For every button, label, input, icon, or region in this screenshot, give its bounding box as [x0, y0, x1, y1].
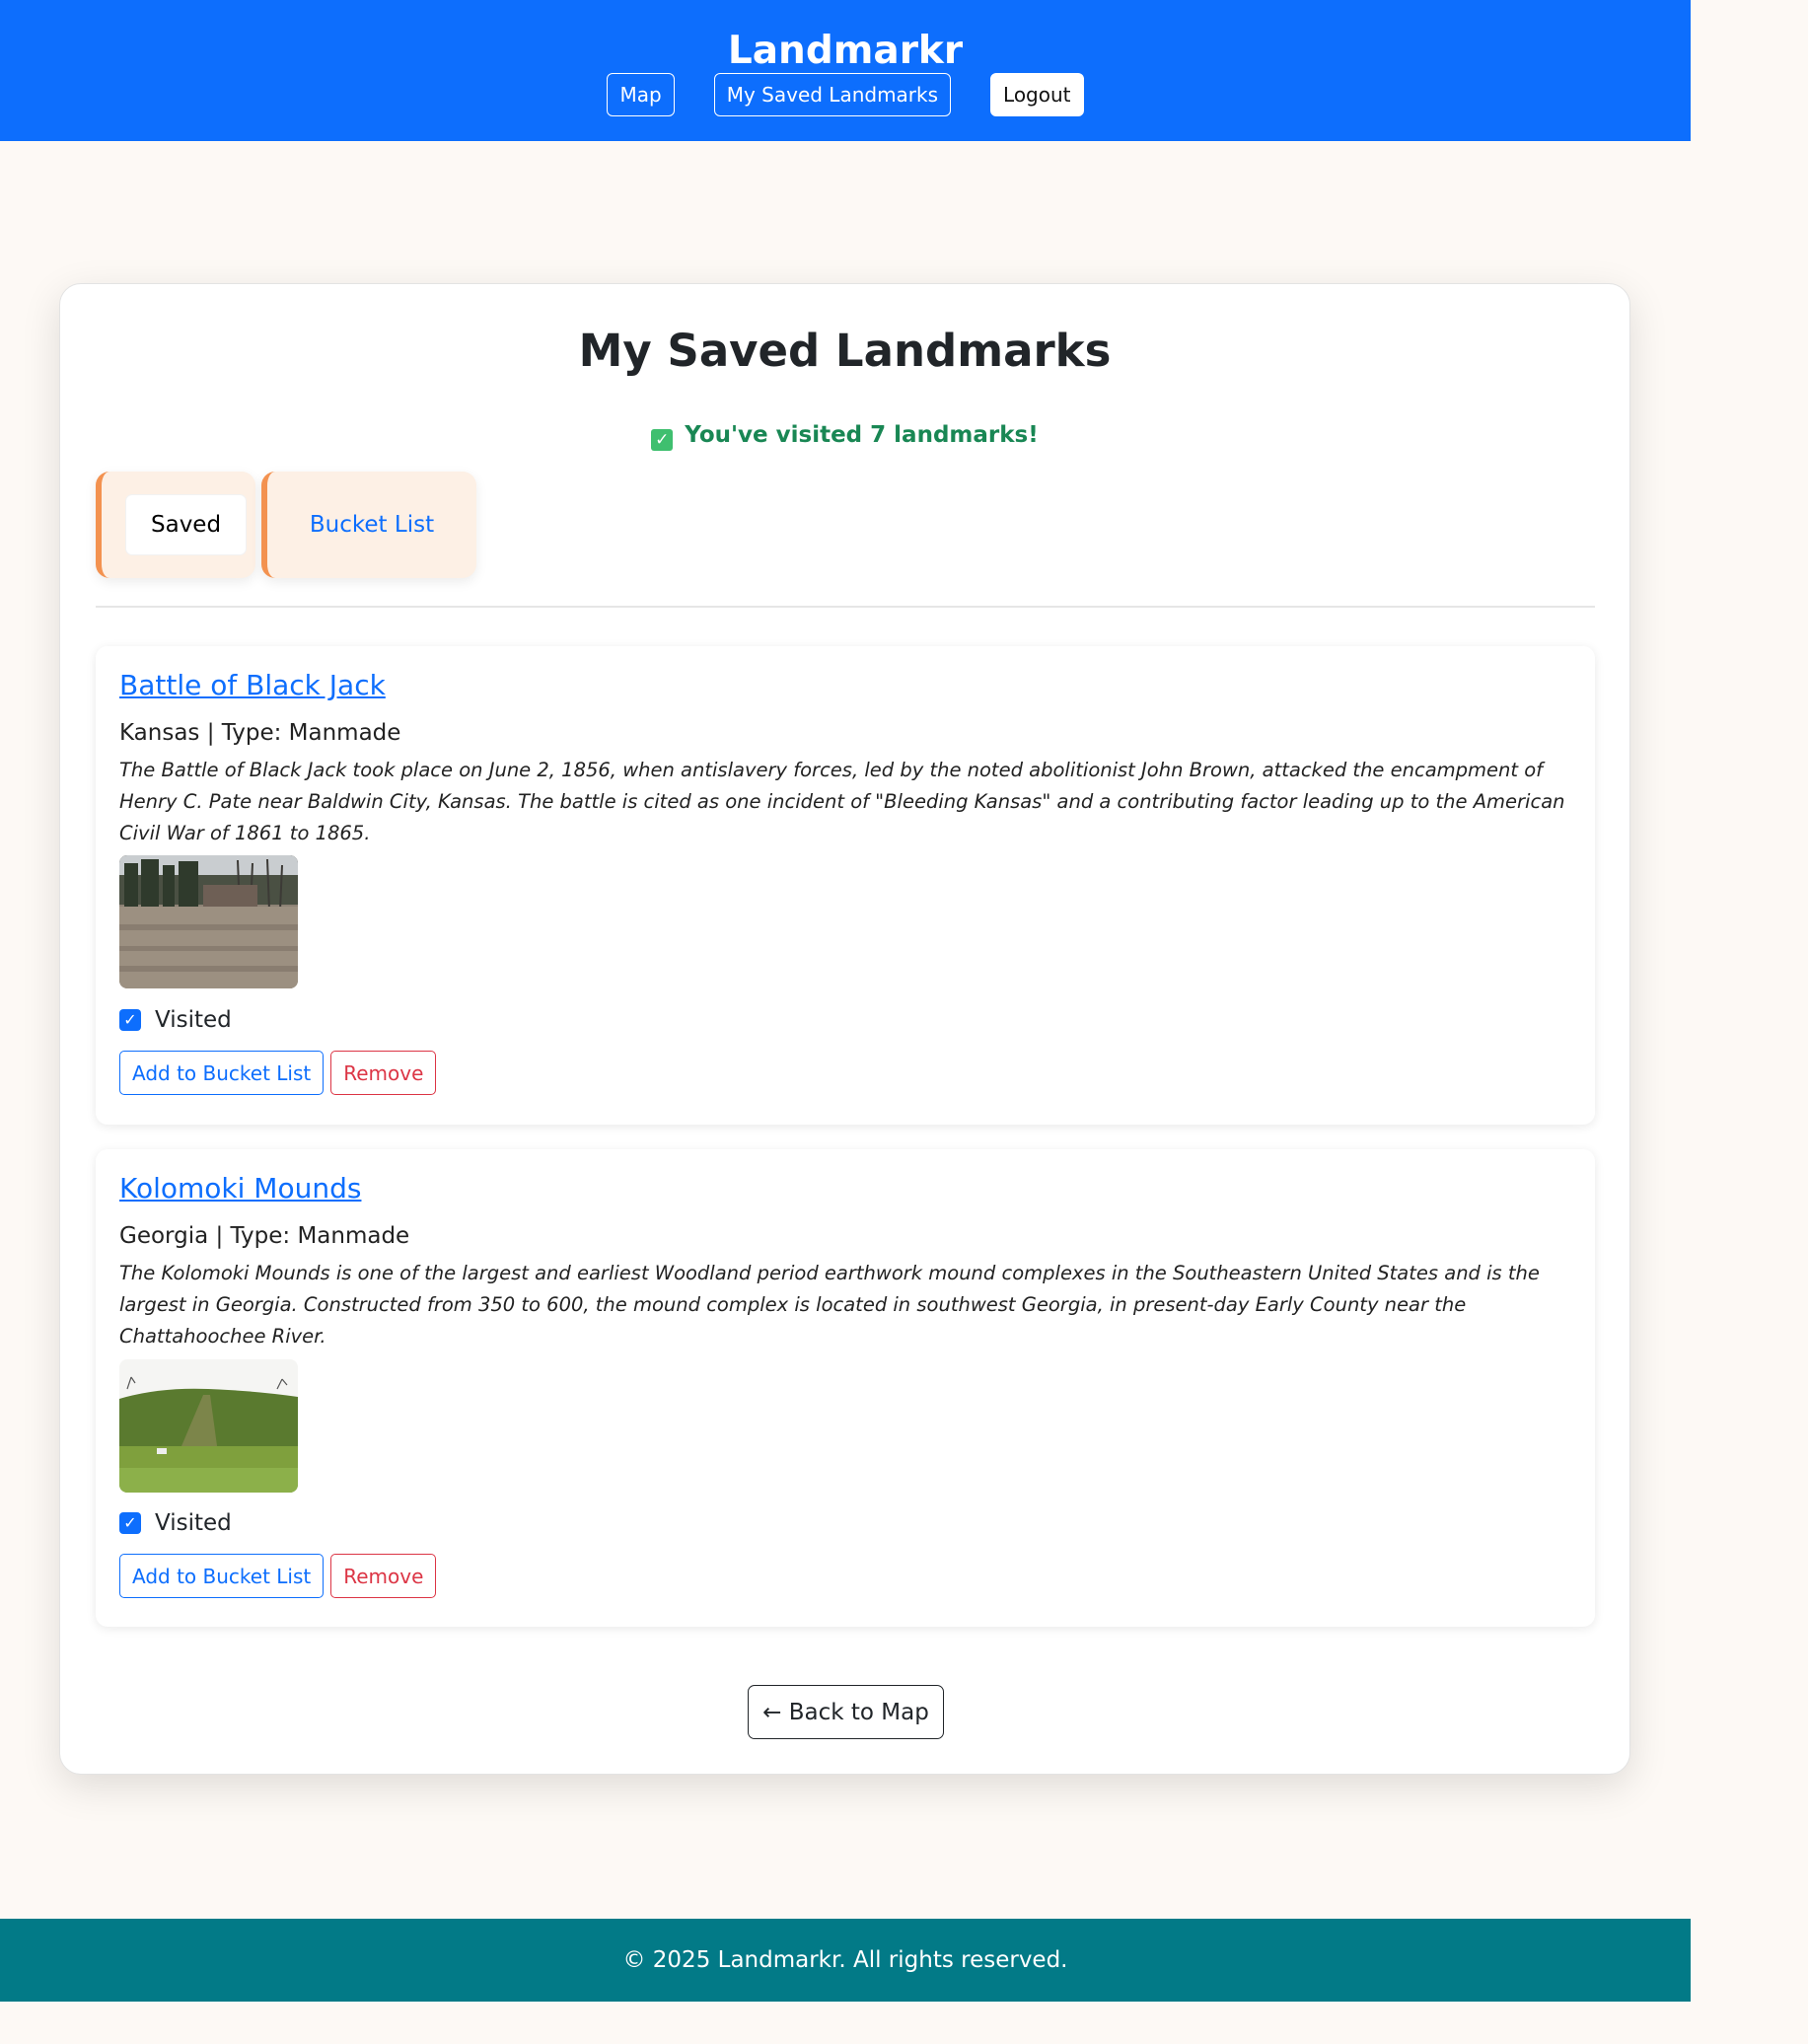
landmark-actions: Add to Bucket List Remove: [119, 1051, 437, 1095]
back-to-map-button[interactable]: ← Back to Map: [748, 1685, 944, 1739]
visited-checkbox[interactable]: ✓: [119, 1009, 141, 1031]
top-navbar: Landmarkr Map My Saved Landmarks Logout: [0, 0, 1691, 141]
landmark-item: Battle of Black Jack Kansas | Type: Manm…: [96, 646, 1595, 1125]
landmark-meta: Kansas | Type: Manmade: [119, 720, 401, 746]
landmark-photo: [119, 1359, 298, 1493]
landmark-title-link[interactable]: Kolomoki Mounds: [119, 1169, 361, 1208]
visited-summary-text: You've visited 7 landmarks!: [685, 422, 1039, 448]
nav-map-button[interactable]: Map: [607, 73, 675, 116]
visited-toggle: ✓ Visited: [119, 1004, 232, 1036]
remove-button[interactable]: Remove: [330, 1554, 437, 1598]
landmark-description: The Kolomoki Mounds is one of the larges…: [119, 1262, 1540, 1348]
check-mark-icon: ✓: [651, 429, 674, 451]
visited-summary: ✓ You've visited 7 landmarks!: [60, 415, 1629, 455]
saved-landmarks-card: My Saved Landmarks ✓ You've visited 7 lan…: [59, 283, 1630, 1775]
logout-button[interactable]: Logout: [990, 73, 1084, 116]
landmark-item: Kolomoki Mounds Georgia | Type: Manmade …: [96, 1149, 1595, 1627]
visited-checkbox[interactable]: ✓: [119, 1512, 141, 1534]
footer: © 2025 Landmarkr. All rights reserved.: [0, 1919, 1691, 2002]
tab-saved-label: Saved: [126, 495, 247, 554]
landmark-description: The Battle of Black Jack took place on J…: [119, 759, 1565, 844]
add-to-bucket-list-button[interactable]: Add to Bucket List: [119, 1554, 325, 1598]
visited-toggle: ✓ Visited: [119, 1507, 232, 1539]
remove-button[interactable]: Remove: [330, 1051, 437, 1095]
landmark-title-link[interactable]: Battle of Black Jack: [119, 666, 386, 705]
tab-saved[interactable]: Saved: [96, 472, 255, 578]
list-tabs: Saved Bucket List: [96, 472, 476, 578]
add-to-bucket-list-button[interactable]: Add to Bucket List: [119, 1051, 325, 1095]
divider: [96, 606, 1595, 608]
visited-label: Visited: [155, 1007, 232, 1033]
landmark-actions: Add to Bucket List Remove: [119, 1554, 437, 1598]
tab-bucket-list[interactable]: Bucket List: [261, 472, 476, 578]
nav-saved-landmarks-button[interactable]: My Saved Landmarks: [713, 73, 952, 116]
brand-title: Landmarkr: [727, 29, 964, 73]
visited-label: Visited: [155, 1510, 232, 1536]
main-nav: Map My Saved Landmarks Logout: [0, 73, 1691, 116]
landmark-meta: Georgia | Type: Manmade: [119, 1223, 410, 1249]
landmark-photo: [119, 855, 298, 988]
tab-bucket-list-label: Bucket List: [309, 512, 435, 538]
footer-copyright: © 2025 Landmarkr. All rights reserved.: [622, 1947, 1068, 1973]
page-title: My Saved Landmarks: [578, 325, 1112, 377]
